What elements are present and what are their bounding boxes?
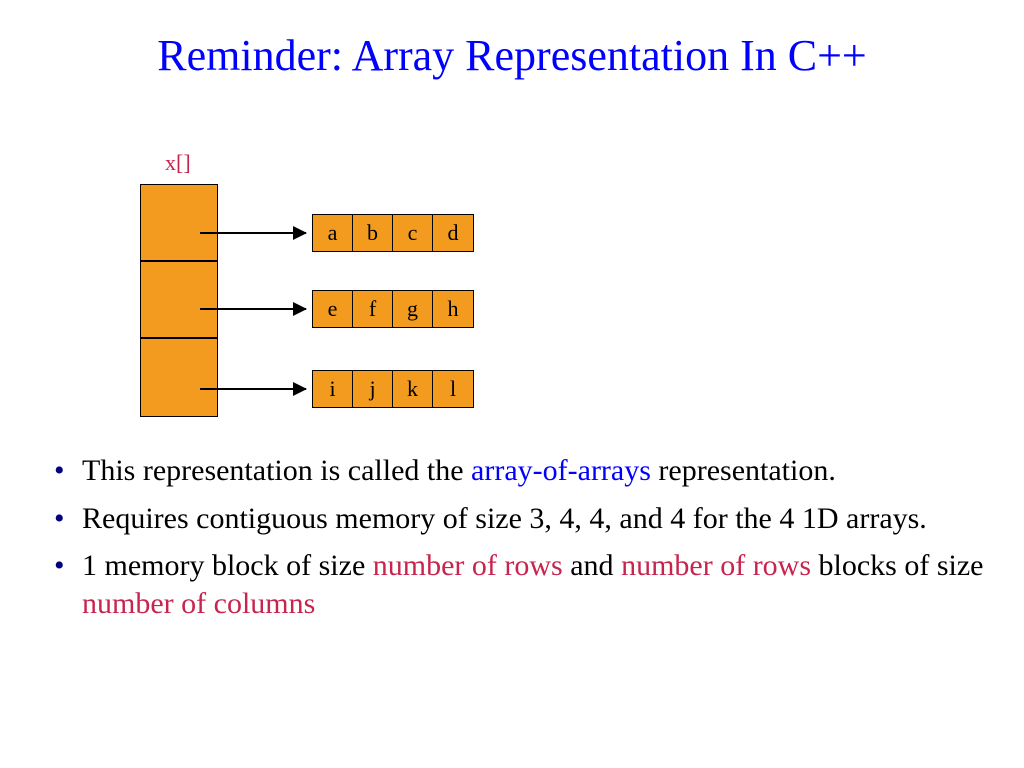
array-cell: a xyxy=(313,215,353,251)
array-cell: l xyxy=(433,371,473,407)
bullet-text: Requires contiguous memory of size 3, 4,… xyxy=(82,502,927,535)
bullet-text: blocks of size xyxy=(811,549,983,582)
array-cell: e xyxy=(313,291,353,327)
bullet-text: and xyxy=(563,549,621,582)
array-label: x[] xyxy=(165,150,191,176)
array-cell: h xyxy=(433,291,473,327)
bullet-text: representation. xyxy=(651,454,836,487)
slide-title: Reminder: Array Representation In C++ xyxy=(0,0,1024,81)
bullet-highlight: number of columns xyxy=(82,587,315,620)
row-array: e f g h xyxy=(312,290,474,328)
bullet-highlight: number of rows xyxy=(373,549,563,582)
bullet-item: This representation is called the array-… xyxy=(48,452,984,490)
array-cell: b xyxy=(353,215,393,251)
row-array: i j k l xyxy=(312,370,474,408)
bullet-highlight: number of rows xyxy=(621,549,811,582)
arrow-icon xyxy=(200,232,306,234)
pointer-cell xyxy=(141,339,217,416)
bullet-text: 1 memory block of size xyxy=(82,549,373,582)
array-cell: k xyxy=(393,371,433,407)
pointer-column xyxy=(140,184,218,417)
array-cell: i xyxy=(313,371,353,407)
array-cell: j xyxy=(353,371,393,407)
bullet-text: This representation is called the xyxy=(82,454,471,487)
arrow-icon xyxy=(200,308,306,310)
pointer-cell xyxy=(141,185,217,262)
array-cell: d xyxy=(433,215,473,251)
bullet-item: Requires contiguous memory of size 3, 4,… xyxy=(48,500,984,538)
bullet-list: This representation is called the array-… xyxy=(48,452,984,632)
pointer-cell xyxy=(141,262,217,339)
bullet-item: 1 memory block of size number of rows an… xyxy=(48,547,984,622)
bullet-highlight: array-of-arrays xyxy=(471,454,651,487)
array-diagram: x[] a b c d e f g h i j k l xyxy=(140,150,540,430)
row-array: a b c d xyxy=(312,214,474,252)
array-cell: c xyxy=(393,215,433,251)
array-cell: f xyxy=(353,291,393,327)
array-cell: g xyxy=(393,291,433,327)
arrow-icon xyxy=(200,388,306,390)
